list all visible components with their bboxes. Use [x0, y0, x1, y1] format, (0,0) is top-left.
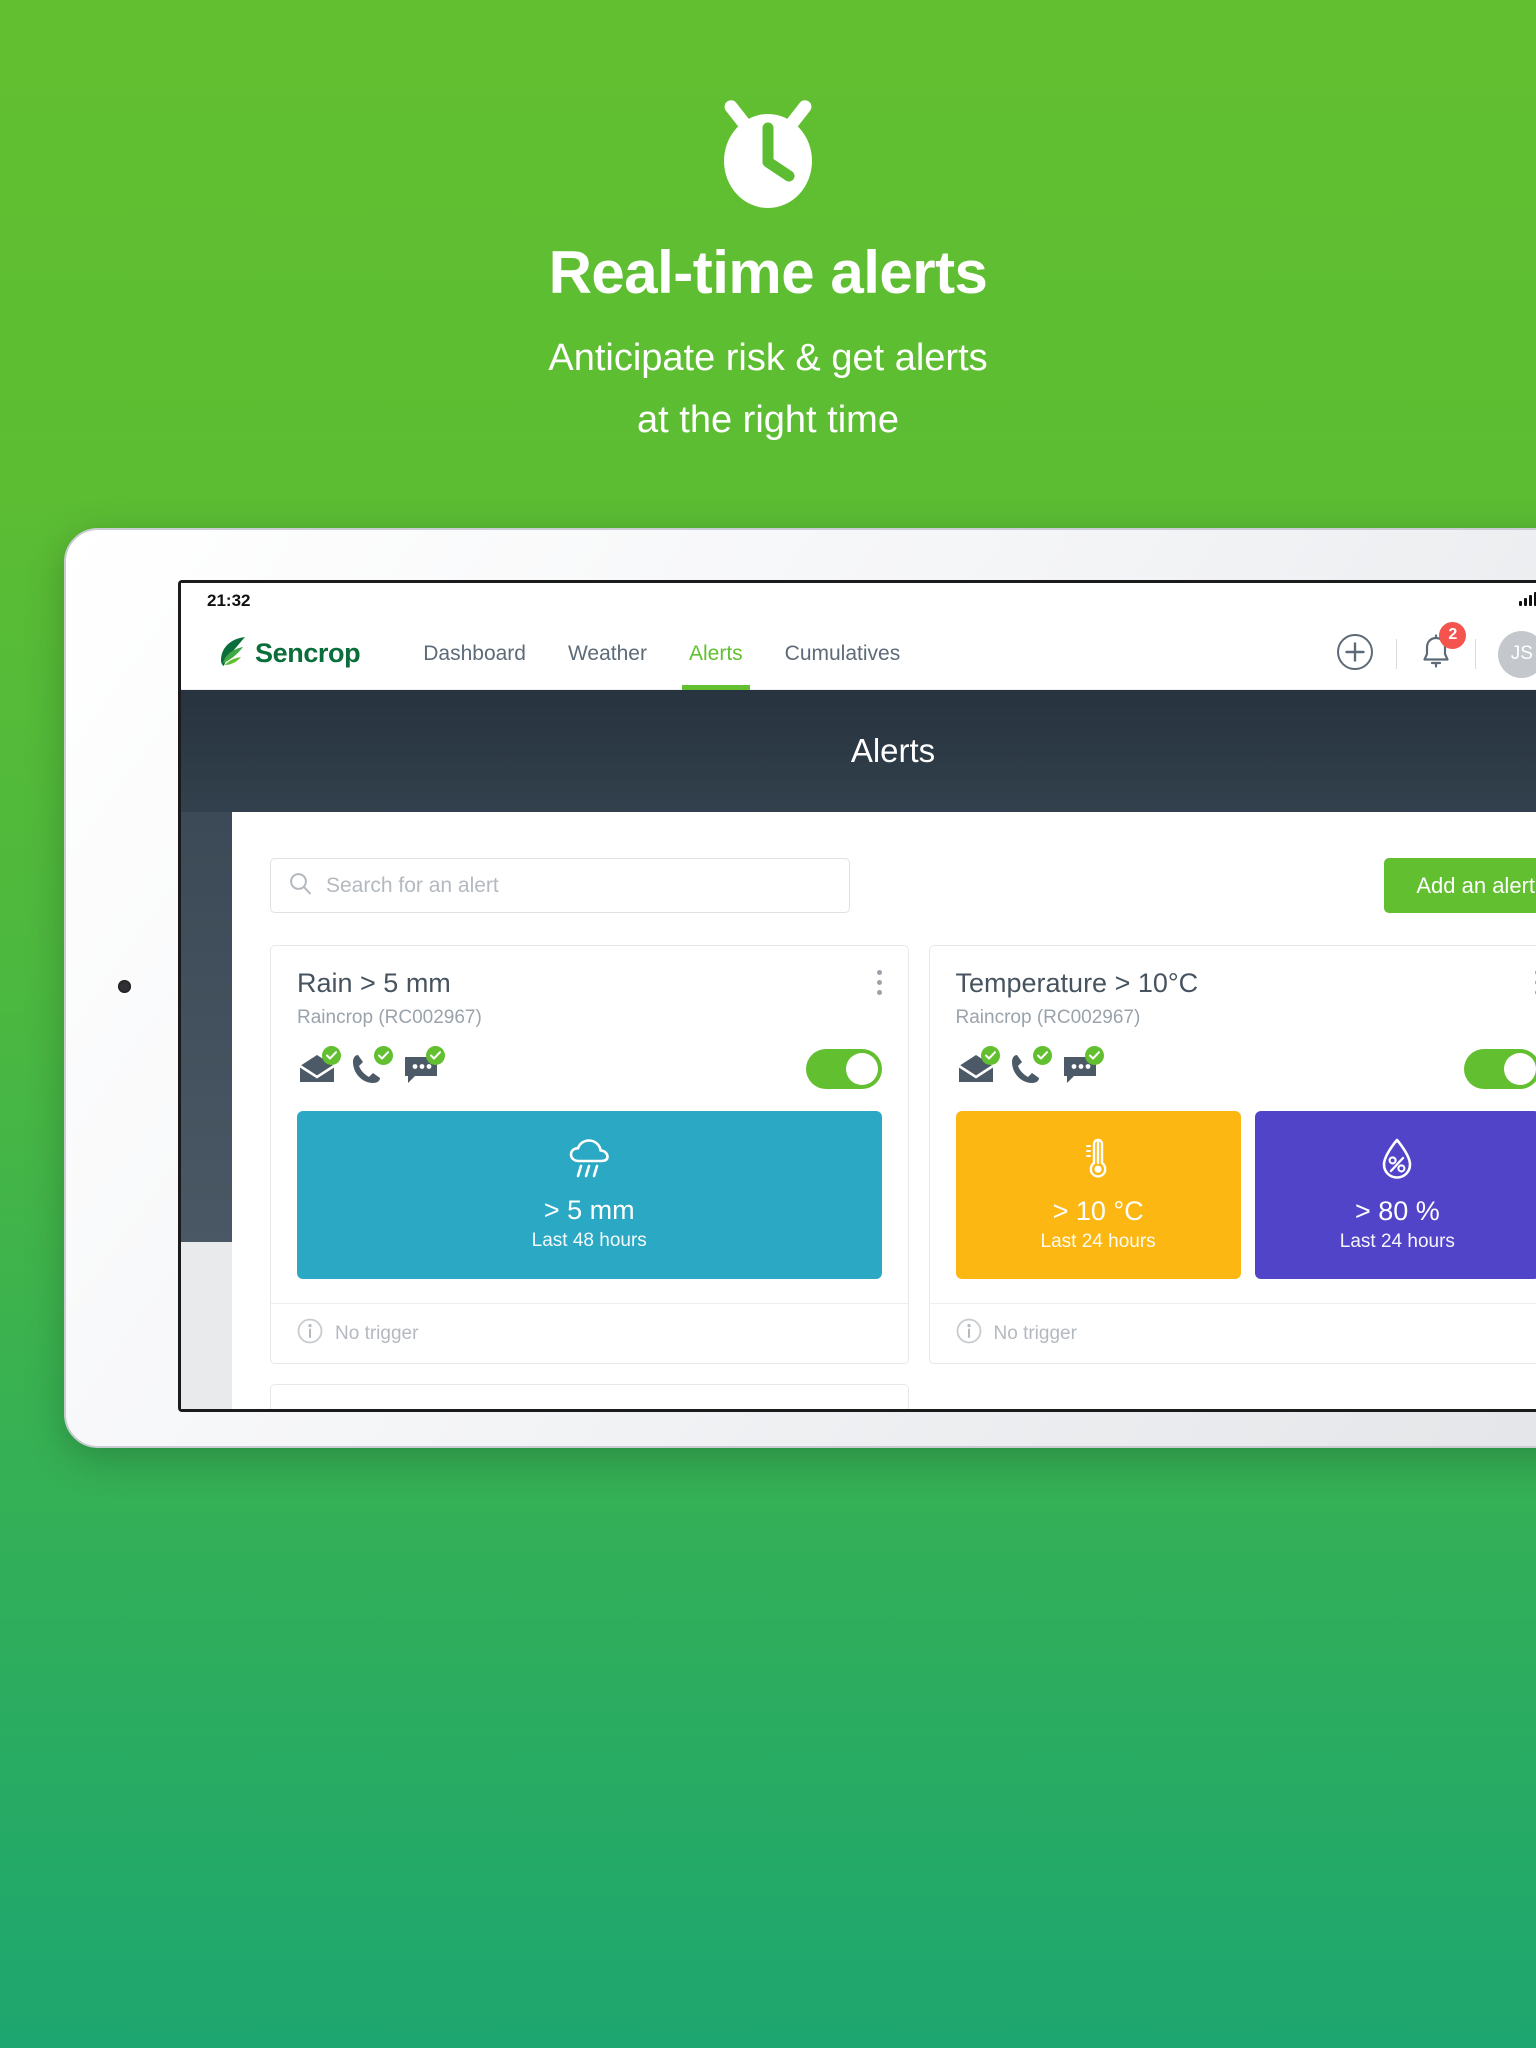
page-title: Alerts: [850, 732, 936, 769]
app-navbar: Sencrop Dashboard Weather Alerts Cumulat…: [181, 618, 1536, 690]
alert-card-wind[interactable]: Wind < 15 km/h Windcrop (WC000389): [270, 1384, 909, 1409]
alert-tile-value: > 5 mm: [543, 1195, 635, 1225]
nav-link-cumulatives[interactable]: Cumulatives: [764, 618, 922, 690]
sms-icon[interactable]: [1060, 1046, 1104, 1086]
bell-icon: [1419, 633, 1453, 675]
sidebar-strip: [181, 812, 232, 1409]
sencrop-logo[interactable]: Sencrop: [219, 635, 361, 672]
alert-channels-row: [271, 1029, 908, 1089]
logo-text: Sencrop: [255, 638, 361, 668]
alert-tile-rain: > 5 mm Last 48 hours: [297, 1111, 882, 1279]
info-icon: [297, 1318, 323, 1349]
promo-page: Real-time alerts Anticipate risk & get a…: [0, 0, 1536, 2048]
alert-card-header: Temperature > 10°C Raincrop (RC002967): [930, 946, 1536, 1029]
add-alert-button[interactable]: Add an alert: [1384, 858, 1536, 913]
alert-tile-period: Last 24 hours: [1339, 1231, 1455, 1252]
sms-icon[interactable]: [401, 1046, 445, 1086]
alert-tile-period: Last 48 hours: [531, 1230, 647, 1251]
alert-tiles: > 5 mm Last 48 hours: [271, 1089, 908, 1303]
status-indicators: 1: [1518, 591, 1536, 611]
alert-card-footer: No trigger: [271, 1303, 908, 1363]
alert-trigger-status: No trigger: [993, 1322, 1077, 1344]
alert-device: Raincrop (RC002967): [955, 1007, 1141, 1028]
page-header: Alerts: [181, 690, 1536, 812]
tablet-device-mockup: 21:32 Sencrop Dashboard Weather Alerts C…: [64, 528, 1536, 1448]
alert-tile-humidity: > 80 % Last 24 hours: [1254, 1111, 1536, 1279]
nav-link-alerts[interactable]: Alerts: [668, 618, 764, 690]
rain-cloud-icon: [566, 1138, 612, 1185]
navbar-right-actions: 2 JS John: [1336, 618, 1536, 690]
channel-enabled-check-icon: [426, 1046, 445, 1065]
alert-tile-value: > 10 °C: [1052, 1196, 1144, 1226]
ios-status-bar: 21:32: [181, 583, 1536, 618]
search-input[interactable]: Search for an alert: [270, 858, 850, 913]
alarm-clock-icon: [0, 92, 1536, 210]
info-icon: [956, 1318, 982, 1349]
alert-title: Rain > 5 mm: [297, 968, 451, 998]
device-camera: [118, 980, 131, 993]
device-screen: 21:32 Sencrop Dashboard Weather Alerts C…: [181, 583, 1536, 1409]
alert-card-header: Rain > 5 mm Raincrop (RC002967): [271, 946, 908, 1029]
signal-bars-icon: [1518, 591, 1536, 611]
alerts-grid: Rain > 5 mm Raincrop (RC002967) > 5 mm L…: [232, 913, 1536, 1409]
humidity-droplet-icon: [1377, 1137, 1417, 1186]
alert-device: Raincrop (RC002967): [297, 1007, 482, 1028]
alert-tiles: > 10 °C Last 24 hours > 80 % Last 24 hou…: [930, 1089, 1536, 1303]
sencrop-leaf-icon: [219, 635, 249, 672]
alert-card-temperature[interactable]: Temperature > 10°C Raincrop (RC002967) >…: [928, 945, 1536, 1364]
alert-enabled-toggle[interactable]: [1464, 1049, 1536, 1089]
navbar-divider-1: [1396, 639, 1398, 669]
alert-title: Temperature > 10°C: [955, 968, 1199, 998]
alert-card-rain[interactable]: Rain > 5 mm Raincrop (RC002967) > 5 mm L…: [270, 945, 909, 1364]
channel-enabled-check-icon: [1084, 1046, 1104, 1065]
email-icon[interactable]: [297, 1046, 341, 1086]
notification-badge-count: 2: [1439, 621, 1467, 649]
alerts-toolbar: Search for an alert Add an alert: [232, 858, 1536, 913]
phone-icon[interactable]: [349, 1046, 393, 1086]
channel-enabled-check-icon: [1032, 1046, 1052, 1065]
promo-headline: Real-time alerts: [548, 239, 988, 306]
alert-tile-period: Last 24 hours: [1040, 1231, 1156, 1252]
alert-title: Wind < 15 km/h: [297, 1407, 882, 1409]
status-time: 21:32: [207, 590, 251, 610]
channel-enabled-check-icon: [980, 1046, 1000, 1065]
promo-subheadline: Anticipate risk & get alerts at the righ…: [0, 327, 1536, 451]
channel-enabled-check-icon: [374, 1046, 393, 1065]
email-icon[interactable]: [956, 1046, 1000, 1086]
alert-card-footer: No trigger: [929, 1303, 1536, 1363]
alert-tile-temperature: > 10 °C Last 24 hours: [955, 1111, 1241, 1279]
notification-channels: [297, 1046, 445, 1086]
notifications-bell[interactable]: 2: [1419, 621, 1467, 676]
search-icon: [289, 872, 312, 900]
alerts-content-panel: Search for an alert Add an alert Rain > …: [232, 812, 1536, 1409]
avatar[interactable]: JS: [1498, 630, 1536, 678]
alert-card-header: Wind < 15 km/h Windcrop (WC000389): [271, 1385, 908, 1409]
alert-enabled-toggle[interactable]: [805, 1049, 882, 1089]
kebab-menu-icon[interactable]: [876, 970, 882, 995]
phone-icon[interactable]: [1008, 1046, 1052, 1086]
alert-trigger-status: No trigger: [335, 1322, 419, 1344]
promo-subheadline-line2: at the right time: [637, 399, 899, 441]
channel-enabled-check-icon: [322, 1046, 341, 1065]
plus-circle-icon[interactable]: [1336, 633, 1374, 676]
thermometer-icon: [1081, 1137, 1115, 1186]
alert-tile-value: > 80 %: [1354, 1196, 1440, 1226]
nav-link-dashboard[interactable]: Dashboard: [402, 618, 547, 690]
notification-channels: [956, 1046, 1104, 1086]
navbar-divider-2: [1475, 639, 1477, 669]
nav-link-weather[interactable]: Weather: [547, 618, 668, 690]
alert-channels-row: [930, 1029, 1536, 1089]
promo-subheadline-line1: Anticipate risk & get alerts: [548, 337, 988, 379]
search-placeholder: Search for an alert: [326, 873, 499, 897]
